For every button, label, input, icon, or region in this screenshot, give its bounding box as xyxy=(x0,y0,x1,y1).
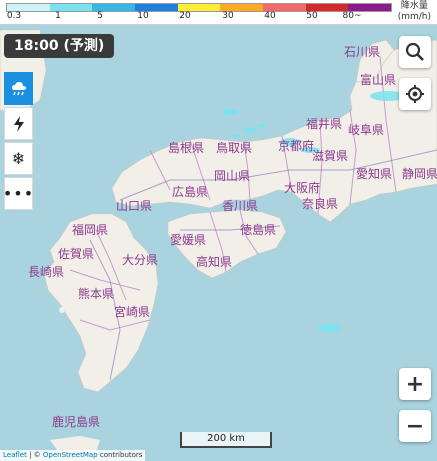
legend-swatch xyxy=(135,4,178,11)
prefecture-label: 鳥取県 xyxy=(216,140,252,155)
prefecture-label: 徳島県 xyxy=(240,222,276,237)
legend-swatch xyxy=(305,4,349,11)
prefecture-label: 佐賀県 xyxy=(58,247,94,261)
legend-swatch xyxy=(263,4,306,11)
prefecture-label: 大分県 xyxy=(122,253,158,267)
prefecture-label: 岐阜県 xyxy=(348,123,384,137)
prefecture-label: 福岡県 xyxy=(72,222,108,237)
legend-tick: 10 xyxy=(137,11,149,21)
zoom-out-button[interactable]: − xyxy=(399,410,431,442)
more-button[interactable]: ••• xyxy=(2,177,35,210)
prefecture-label: 岡山県 xyxy=(214,169,250,183)
prefecture-label: 福井県 xyxy=(306,116,342,131)
search-button[interactable] xyxy=(399,36,431,68)
legend-swatch xyxy=(177,4,221,11)
legend-tick: 80~ xyxy=(342,11,362,21)
legend-unit: 降水量 (mm/h) xyxy=(398,1,431,23)
legend-tick: 50 xyxy=(306,11,318,21)
legend-tick: 20 xyxy=(179,11,191,21)
legend-tick: 0.3 xyxy=(6,11,22,21)
legend-tick: 5 xyxy=(97,11,103,21)
scale-bar: 200 km xyxy=(180,432,272,448)
prefecture-label: 静岡県 xyxy=(402,167,437,181)
prefecture-label: 山口県 xyxy=(116,199,152,213)
osm-link[interactable]: OpenStreetMap xyxy=(43,451,98,459)
prefecture-label: 高知県 xyxy=(196,254,232,269)
rain-cloud-icon xyxy=(11,81,26,95)
prefecture-label: 長崎県 xyxy=(28,265,64,279)
attribution-separator: | © xyxy=(26,451,43,459)
prefecture-label: 滋賀県 xyxy=(312,149,348,163)
legend-swatch xyxy=(7,4,50,11)
prefecture-label: 石川県 xyxy=(344,45,380,59)
prefecture-label: 熊本県 xyxy=(78,286,114,301)
zoom-in-button[interactable]: + xyxy=(399,368,431,400)
attribution: Leaflet | © OpenStreetMap contributors xyxy=(0,450,146,461)
lightning-layer-button[interactable] xyxy=(4,107,33,140)
plus-icon: + xyxy=(405,371,425,397)
prefecture-label: 島根県 xyxy=(168,140,204,155)
forecast-time-badge: 18:00 (予測) xyxy=(4,34,115,58)
prefecture-label: 香川県 xyxy=(222,199,258,213)
prefecture-label: 富山県 xyxy=(360,72,396,87)
legend-unit-title: 降水量 xyxy=(400,1,428,11)
legend-swatch xyxy=(92,4,136,11)
legend-unit-label: (mm/h) xyxy=(397,12,431,22)
attribution-contributors: contributors xyxy=(97,451,143,459)
prefecture-label: 大阪府 xyxy=(284,180,320,195)
prefecture-label: 京都府 xyxy=(278,138,314,153)
prefecture-label: 宮崎県 xyxy=(114,304,150,319)
legend-swatch xyxy=(220,4,264,11)
leaflet-link[interactable]: Leaflet xyxy=(3,451,27,459)
legend-color-bar xyxy=(6,3,392,12)
locate-button[interactable] xyxy=(399,78,431,110)
prefecture-label: 広島県 xyxy=(172,184,208,199)
map[interactable]: 石川県富山県福井県 岐阜県滋賀県愛知県 静岡県 京都府 鳥取県島根県岡山県広島県 大阪府奈… xyxy=(0,0,437,461)
prefecture-label: 奈良県 xyxy=(302,196,338,211)
snowflake-icon: ❄ xyxy=(11,149,26,168)
legend-swatch xyxy=(348,4,392,11)
legend-tick: 30 xyxy=(222,11,234,21)
prefecture-label: 鹿児島県 xyxy=(52,414,100,429)
search-icon xyxy=(405,42,424,61)
legend-tick: 1 xyxy=(55,11,61,21)
legend-swatch xyxy=(49,4,93,11)
legend-tick: 40 xyxy=(264,11,276,21)
rain-layer-button[interactable] xyxy=(4,72,33,105)
crosshair-icon xyxy=(406,85,424,103)
prefecture-label: 愛知県 xyxy=(356,167,392,181)
precipitation-legend: 降水量 (mm/h) 0.3 1 5 10 20 30 40 50 80~ xyxy=(0,0,437,25)
lightning-icon xyxy=(13,115,24,132)
snow-layer-button[interactable]: ❄ xyxy=(4,142,33,175)
prefecture-label: 愛媛県 xyxy=(170,233,206,247)
minus-icon: − xyxy=(405,413,425,439)
more-icon: ••• xyxy=(2,184,35,203)
